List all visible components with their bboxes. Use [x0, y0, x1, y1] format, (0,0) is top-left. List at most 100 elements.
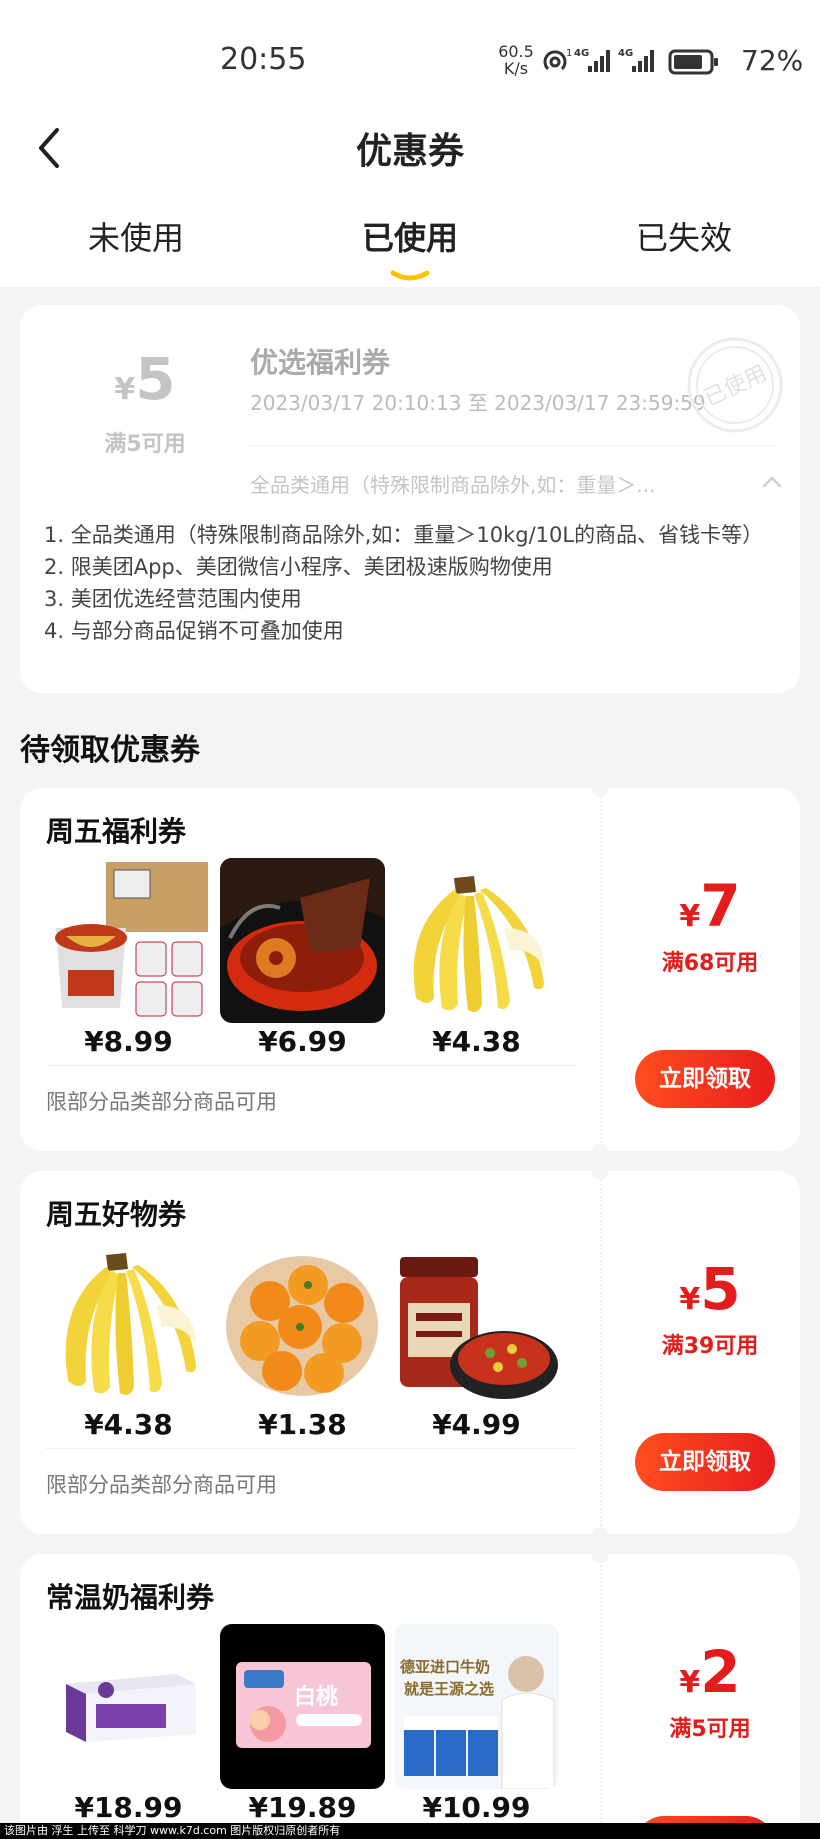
navigation-bar: 优惠券 [0, 110, 820, 180]
product-price: ¥4.38 [432, 1025, 521, 1058]
offer-condition: 满68可用 [661, 951, 759, 976]
product-price: ¥4.38 [84, 1408, 173, 1441]
svg-text:4G: 4G [618, 48, 633, 59]
divider [46, 1065, 576, 1066]
offer-value: ¥5 满39可用 [620, 1259, 800, 1360]
used-stamp-icon: 已使用 [687, 337, 783, 433]
card-notch [592, 1164, 608, 1180]
offer-condition: 满39可用 [661, 1334, 759, 1359]
battery-icon [668, 49, 718, 75]
coupon-perforation [600, 1171, 602, 1534]
offer-amount: 2 [700, 1638, 741, 1706]
svg-text:白桃: 白桃 [294, 1684, 338, 1710]
hotpot-image [220, 858, 385, 1023]
coupon-tabs: 未使用 已使用 已失效 [0, 213, 820, 285]
signal-4g-icon: 4G [574, 48, 610, 72]
claim-button[interactable]: 立即领取 [635, 1050, 775, 1108]
footer-watermark: 该图片由 浮生 上传至 科学刀 www.k7d.com 图片版权归原创者所有 [0, 1823, 820, 1839]
offer-card: 周五福利券 ¥8.99 ¥6.99 ¥4.38 限部分品类部分商品可用 ¥7 满… [20, 788, 800, 1151]
offer-amount: 5 [700, 1255, 741, 1323]
product-item[interactable]: ¥4.38 [46, 1241, 211, 1441]
used-coupon-value: ¥5 满5可用 [60, 347, 230, 458]
section-title: 待领取优惠券 [20, 733, 200, 768]
rule-item: 2. 限美团App、美团微信小程序、美团极速版购物使用 [44, 555, 553, 579]
network-speed-value: 60.5 [498, 42, 534, 61]
card-notch [592, 1527, 608, 1543]
offer-condition: 满5可用 [669, 1717, 751, 1742]
card-notch [592, 781, 608, 797]
network-speed: 60.5 K/s [496, 43, 536, 77]
coupon-perforation [600, 788, 602, 1151]
active-tab-indicator [390, 270, 430, 281]
currency-symbol: ¥ [679, 1665, 701, 1700]
status-icons: 1 4G 4G [540, 44, 722, 78]
product-item[interactable]: ¥6.99 [220, 858, 385, 1058]
offer-value: ¥2 满5可用 [620, 1642, 800, 1743]
svg-text:1: 1 [566, 48, 572, 59]
product-item[interactable]: ¥4.38 [394, 858, 559, 1058]
product-item[interactable]: 白桃 ¥19.89 [220, 1624, 385, 1824]
coupon-name: 优选福利券 [250, 346, 391, 379]
offer-note: 限部分品类部分商品可用 [46, 1090, 277, 1114]
offer-title: 周五福利券 [46, 815, 187, 848]
divider [248, 445, 778, 446]
coupon-perforation [600, 1554, 602, 1839]
coupon-amount: 5 [135, 345, 176, 413]
tab-unused[interactable]: 未使用 [36, 213, 236, 259]
card-notch [592, 1547, 608, 1563]
product-item[interactable]: ¥4.99 [394, 1241, 559, 1441]
offer-note: 限部分品类部分商品可用 [46, 1473, 277, 1497]
rule-item: 4. 与部分商品促销不可叠加使用 [44, 619, 344, 643]
ad-text-2: 就是王源之选 [404, 1680, 494, 1698]
battery-percentage: 72% [741, 44, 804, 77]
chevron-up-icon[interactable] [760, 473, 784, 491]
product-price: ¥8.99 [84, 1025, 173, 1058]
svg-text:4G: 4G [574, 48, 589, 59]
rule-item: 3. 美团优选经营范围内使用 [44, 587, 302, 611]
offer-title: 常温奶福利券 [46, 1581, 215, 1614]
card-notch [592, 1144, 608, 1160]
product-item[interactable]: ¥18.99 [46, 1624, 211, 1824]
currency-symbol: ¥ [114, 372, 136, 407]
offer-amount: 7 [700, 872, 741, 940]
currency-symbol: ¥ [679, 899, 701, 934]
imported-milk-ad-image: 德亚进口牛奶 就是王源之选 [394, 1624, 559, 1789]
tab-expired[interactable]: 已失效 [584, 213, 784, 259]
used-stamp-text: 已使用 [700, 361, 770, 412]
peach-milk-pack-image: 白桃 [220, 1624, 385, 1789]
currency-symbol: ¥ [679, 1282, 701, 1317]
product-price: ¥18.99 [74, 1791, 183, 1824]
rule-item: 1. 全品类通用（特殊限制商品除外,如：重量＞10kg/10L的商品、省钱卡等） [44, 523, 764, 547]
status-time: 20:55 [220, 42, 307, 77]
chili-sauce-jar-image [394, 1241, 559, 1406]
tab-used[interactable]: 已使用 [310, 213, 510, 259]
product-item[interactable]: ¥8.99 [46, 858, 211, 1058]
coupon-rules: 1. 全品类通用（特殊限制商品除外,如：重量＞10kg/10L的商品、省钱卡等）… [44, 519, 779, 647]
status-bar: 20:55 60.5 K/s 1 4G 4G 72% [0, 0, 820, 110]
offer-card: 常温奶福利券 ¥18.99 白桃 ¥19.89 德亚进口牛奶 就是王源之选 ¥1… [20, 1554, 800, 1839]
offer-value: ¥7 满68可用 [620, 876, 800, 977]
offer-title: 周五好物券 [46, 1198, 187, 1231]
page-title: 优惠券 [355, 131, 464, 172]
signal-4g-icon: 4G [618, 48, 654, 72]
coupon-scope: 全品类通用（特殊限制商品除外,如：重量＞... [250, 473, 656, 497]
product-item[interactable]: 德亚进口牛奶 就是王源之选 ¥10.99 [394, 1624, 559, 1824]
product-price: ¥6.99 [258, 1025, 347, 1058]
ad-text-1: 德亚进口牛奶 [400, 1658, 490, 1676]
product-price: ¥4.99 [432, 1408, 521, 1441]
used-coupon-card: ¥5 满5可用 优选福利券 2023/03/17 20:10:13 至 2023… [20, 305, 800, 693]
banana-image [46, 1241, 211, 1406]
divider [46, 1448, 576, 1449]
product-price: ¥10.99 [422, 1791, 531, 1824]
orange-bowl-image [220, 1241, 385, 1406]
coupon-validity: 2023/03/17 20:10:13 至 2023/03/17 23:59:5… [250, 391, 706, 415]
product-price: ¥19.89 [248, 1791, 357, 1824]
noodle-box-image [46, 858, 211, 1023]
claim-button[interactable]: 立即领取 [635, 1433, 775, 1491]
product-item[interactable]: ¥1.38 [220, 1241, 385, 1441]
product-price: ¥1.38 [258, 1408, 347, 1441]
coupon-condition: 满5可用 [104, 432, 186, 457]
hotspot-icon: 1 [543, 48, 572, 71]
milk-carton-box-image [46, 1624, 211, 1789]
header-area: 20:55 60.5 K/s 1 4G 4G 72% 优惠券 未使用 已使用 已… [0, 0, 820, 287]
